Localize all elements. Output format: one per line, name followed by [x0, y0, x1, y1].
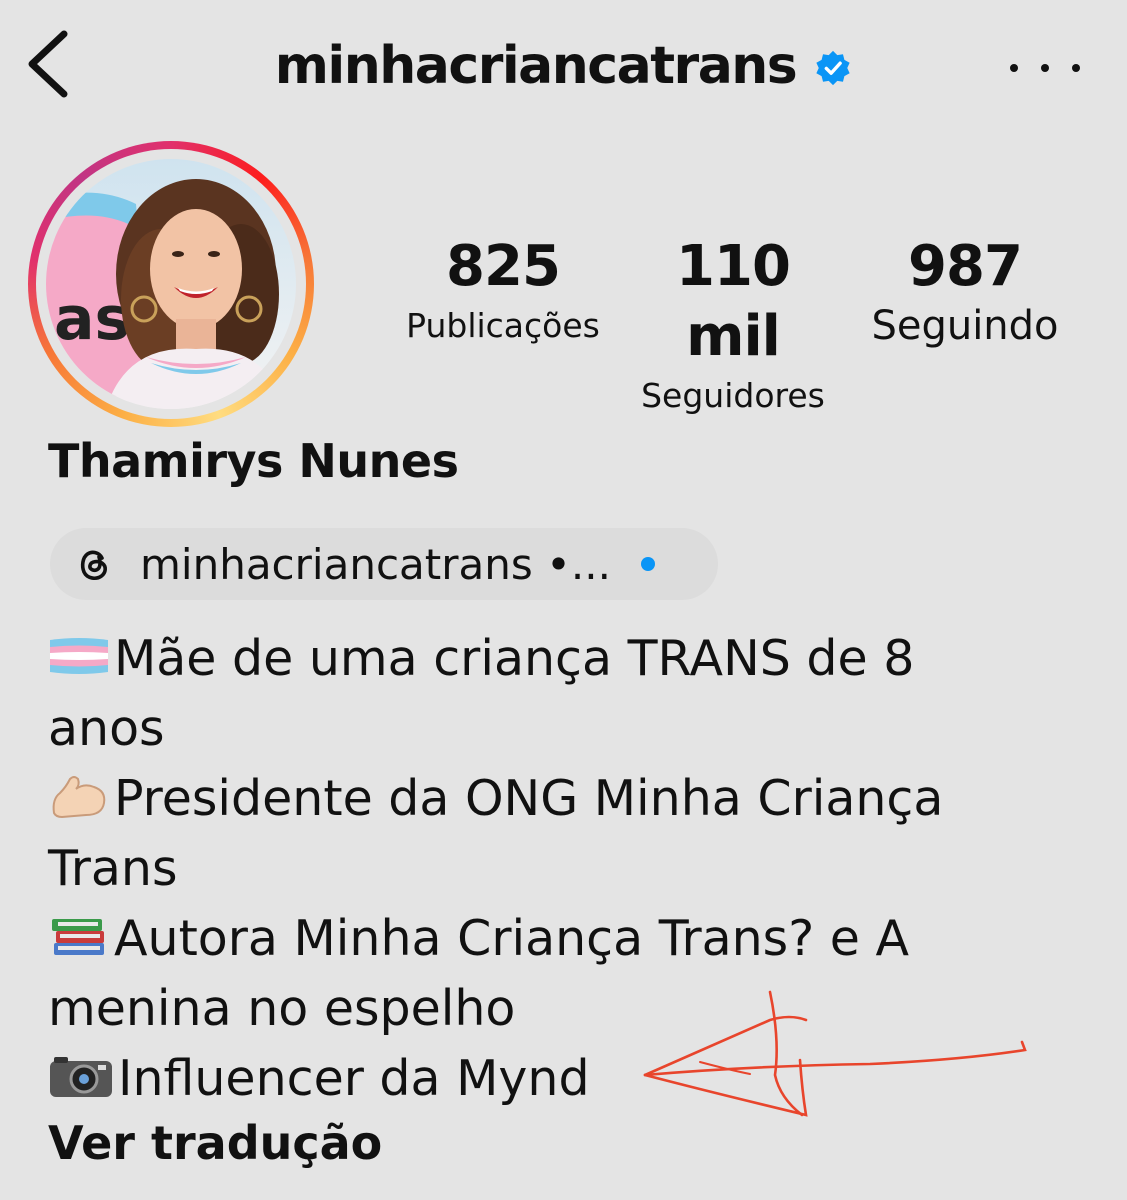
verified-badge-icon — [816, 50, 850, 86]
more-options-button[interactable] — [1010, 50, 1080, 86]
bio-text-4: Influencer da Mynd — [118, 1050, 590, 1107]
more-dot-icon — [1041, 64, 1049, 72]
red-arrow-annotation — [643, 990, 1027, 1117]
profile-username: minhacriancatrans — [274, 36, 798, 96]
more-dot-icon — [1072, 64, 1080, 72]
transgender-flag-icon — [50, 637, 108, 674]
flexed-biceps-icon — [52, 775, 106, 818]
stat-posts[interactable]: 825 Publicações — [390, 232, 616, 350]
stat-posts-count: 825 — [446, 234, 561, 299]
stat-following-count: 987 — [908, 234, 1023, 299]
see-translation-link[interactable]: Ver tradução — [48, 1116, 382, 1170]
stat-followers-label: Seguidores — [641, 376, 825, 415]
avatar-frame: as — [36, 149, 306, 419]
stat-following[interactable]: 987 Seguindo — [860, 232, 1070, 350]
profile-stats: 825 Publicações 110 mil Seguidores 987 S… — [390, 232, 1090, 415]
stat-posts-label: Publicações — [406, 306, 600, 345]
story-ring[interactable]: as — [28, 141, 314, 427]
top-bar: minhacriancatrans — [0, 0, 1127, 130]
bio-line: Mãe de uma criança TRANS de 8 — [48, 624, 1048, 694]
stat-followers[interactable]: 110 mil Seguidores — [628, 232, 838, 420]
avatar: as — [46, 159, 296, 409]
threads-handle: minhacriancatrans •... — [140, 539, 611, 589]
profile-display-name: Thamirys Nunes — [48, 434, 459, 488]
stat-following-label: Seguindo — [871, 303, 1059, 349]
avatar-photo-illustration: as — [46, 159, 296, 409]
more-dot-icon — [1010, 64, 1018, 72]
bio-text-3: Autora Minha Criança Trans? e A — [114, 910, 910, 967]
title-wrap: minhacriancatrans — [0, 28, 1127, 104]
threads-icon — [80, 550, 107, 580]
bio-text-2: Presidente da ONG Minha Criança — [114, 770, 944, 827]
stat-followers-count: 110 mil — [676, 234, 791, 369]
books-icon — [52, 918, 104, 955]
bio-line: Presidente da ONG Minha Criança — [48, 764, 1048, 834]
bio-line-continued: anos — [48, 700, 165, 757]
camera-icon — [50, 1056, 112, 1097]
threads-link[interactable]: minhacriancatrans •... — [50, 528, 718, 600]
new-activity-dot — [640, 557, 655, 571]
bio-line: Autora Minha Criança Trans? e A — [48, 904, 1048, 974]
bio-line-continued: Trans — [48, 840, 178, 897]
bio-text-1: Mãe de uma criança TRANS de 8 — [114, 630, 915, 687]
